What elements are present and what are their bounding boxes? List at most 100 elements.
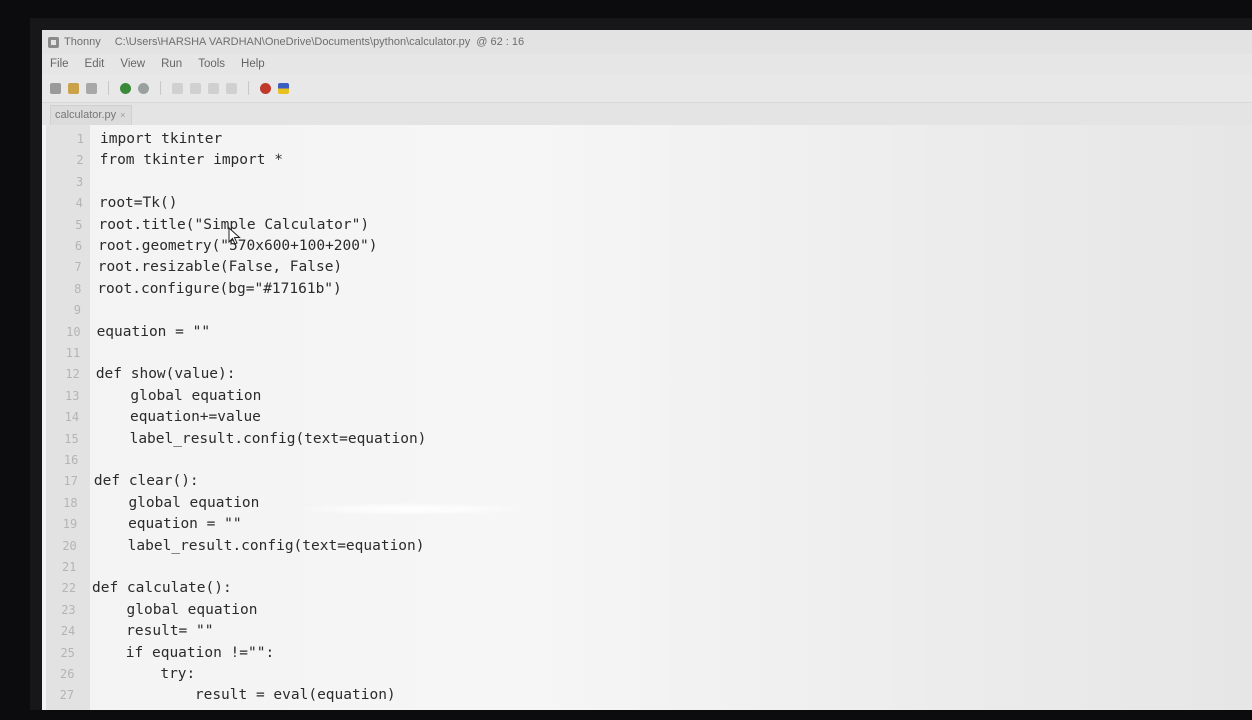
toolbar-separator	[248, 81, 249, 95]
code-line[interactable]: 5 root.title("Simple Calculator")	[42, 215, 1242, 236]
menu-help[interactable]: Help	[241, 58, 265, 70]
line-text: import tkinter	[100, 131, 223, 147]
line-number: 19	[62, 517, 78, 532]
line-text: result= ""	[91, 623, 214, 640]
code-line[interactable]: 4 root=Tk()	[42, 193, 1242, 214]
line-text: root.configure(bg="#17161b")	[97, 280, 342, 297]
code-line[interactable]: 18 global equation	[42, 493, 1242, 514]
code-line[interactable]: 20 label_result.config(text=equation)	[42, 536, 1242, 557]
code-line[interactable]: 24 result= ""	[42, 621, 1242, 642]
tab-label: calculator.py	[55, 109, 117, 121]
step-into-icon[interactable]	[190, 82, 201, 94]
tab-calculator-py[interactable]: calculator.py ×	[50, 105, 133, 125]
line-text: def clear():	[93, 473, 199, 490]
flag-icon[interactable]	[278, 82, 289, 94]
code-line[interactable]: 26 try:	[42, 664, 1242, 685]
line-number: 21	[61, 560, 77, 574]
code-line[interactable]: 21	[42, 557, 1242, 578]
line-text: equation = ""	[96, 323, 211, 340]
line-number: 23	[61, 602, 76, 617]
toolbar-separator	[108, 81, 109, 95]
line-text: equation+=value	[95, 409, 261, 426]
code-line[interactable]: 13 global equation	[42, 386, 1242, 407]
line-number: 17	[63, 474, 78, 489]
code-editor[interactable]: 1 import tkinter 2 from tkinter import * 3 4 r…	[42, 125, 1252, 710]
new-file-icon[interactable]	[50, 82, 61, 94]
toolbar-separator	[160, 81, 161, 95]
line-text: global equation	[95, 387, 262, 404]
line-number: 24	[60, 624, 76, 639]
debug-icon[interactable]	[138, 82, 149, 94]
code-line[interactable]: 10 equation = ""	[42, 322, 1242, 343]
cursor-position: @ 62 : 16	[476, 36, 525, 48]
code-line[interactable]: 9	[42, 300, 1242, 321]
menu-bar: File Edit View Run Tools Help	[42, 54, 1252, 74]
line-text: def calculate():	[92, 580, 232, 597]
line-number: 2	[76, 153, 84, 168]
stop-icon[interactable]	[260, 82, 271, 94]
line-text: from tkinter import *	[99, 152, 283, 169]
file-path: C:\Users\HARSHA VARDHAN\OneDrive\Documen…	[114, 36, 471, 48]
run-icon[interactable]	[120, 82, 131, 94]
monitor-screen: Thonny C:\Users\HARSHA VARDHAN\OneDrive\…	[30, 18, 1252, 710]
code-line[interactable]: 25 if equation !="":	[42, 643, 1242, 664]
line-text: root=Tk()	[98, 195, 178, 212]
step-out-icon[interactable]	[208, 82, 219, 94]
code-line[interactable]: 23 global equation	[42, 600, 1242, 621]
code-line[interactable]: 2 from tkinter import *	[42, 150, 1242, 171]
line-number: 13	[64, 388, 80, 403]
line-text: result = eval(equation)	[90, 687, 396, 704]
code-line[interactable]: 16	[42, 450, 1242, 471]
save-icon[interactable]	[86, 82, 97, 94]
line-text: equation = ""	[93, 516, 242, 533]
tab-close-icon[interactable]: ×	[120, 110, 125, 120]
line-number: 26	[60, 667, 75, 681]
line-number: 1	[76, 132, 84, 146]
line-number: 8	[74, 281, 82, 296]
line-text: label_result.config(text=equation)	[94, 430, 427, 447]
screen-glare	[302, 503, 522, 515]
line-text: root.resizable(False, False)	[97, 259, 343, 276]
code-line[interactable]: 17 def clear():	[42, 471, 1242, 492]
line-number: 12	[65, 367, 80, 382]
code-line[interactable]: 22 def calculate():	[42, 578, 1242, 599]
toolbar	[42, 74, 1252, 103]
code-line[interactable]: 27 result = eval(equation)	[42, 685, 1242, 706]
menu-edit[interactable]: Edit	[85, 58, 105, 70]
mouse-cursor-icon	[228, 227, 241, 245]
line-text: global equation	[91, 601, 258, 618]
line-number: 3	[76, 174, 84, 189]
open-folder-icon[interactable]	[68, 82, 79, 94]
code-line[interactable]: 7 root.resizable(False, False)	[42, 257, 1242, 278]
code-line[interactable]: 6 root.geometry("570x600+100+200")	[42, 236, 1242, 257]
code-line[interactable]: 15 label_result.config(text=equation)	[42, 429, 1242, 450]
line-number: 9	[73, 303, 81, 318]
code-line[interactable]: 14 equation+=value	[42, 407, 1242, 428]
line-number: 27	[59, 688, 75, 703]
menu-tools[interactable]: Tools	[198, 58, 225, 70]
line-number: 22	[61, 581, 77, 596]
menu-run[interactable]: Run	[161, 58, 182, 70]
line-text: try:	[90, 666, 196, 682]
line-text: label_result.config(text=equation)	[92, 537, 425, 554]
menu-view[interactable]: View	[120, 58, 145, 70]
code-line[interactable]: 12 def show(value):	[42, 364, 1242, 385]
line-number: 6	[74, 239, 83, 253]
line-number: 20	[62, 538, 77, 553]
code-line[interactable]: 1 import tkinter	[42, 129, 1242, 150]
step-over-icon[interactable]	[172, 82, 183, 94]
line-number: 5	[75, 217, 83, 232]
code-line[interactable]: 11	[42, 343, 1242, 364]
thonny-app-icon	[48, 36, 59, 48]
code-line[interactable]: 19 equation = ""	[42, 514, 1242, 535]
line-number: 25	[60, 645, 75, 660]
line-text: global equation	[93, 494, 260, 511]
resume-icon[interactable]	[226, 82, 237, 94]
code-line[interactable]: 3	[42, 172, 1242, 193]
editor-tab-bar: calculator.py ×	[42, 103, 1252, 126]
line-number: 11	[65, 346, 81, 360]
title-bar: Thonny C:\Users\HARSHA VARDHAN\OneDrive\…	[42, 30, 1252, 54]
code-line[interactable]: 8 root.configure(bg="#17161b")	[42, 279, 1242, 300]
line-number: 15	[64, 431, 79, 446]
menu-file[interactable]: File	[50, 58, 69, 70]
